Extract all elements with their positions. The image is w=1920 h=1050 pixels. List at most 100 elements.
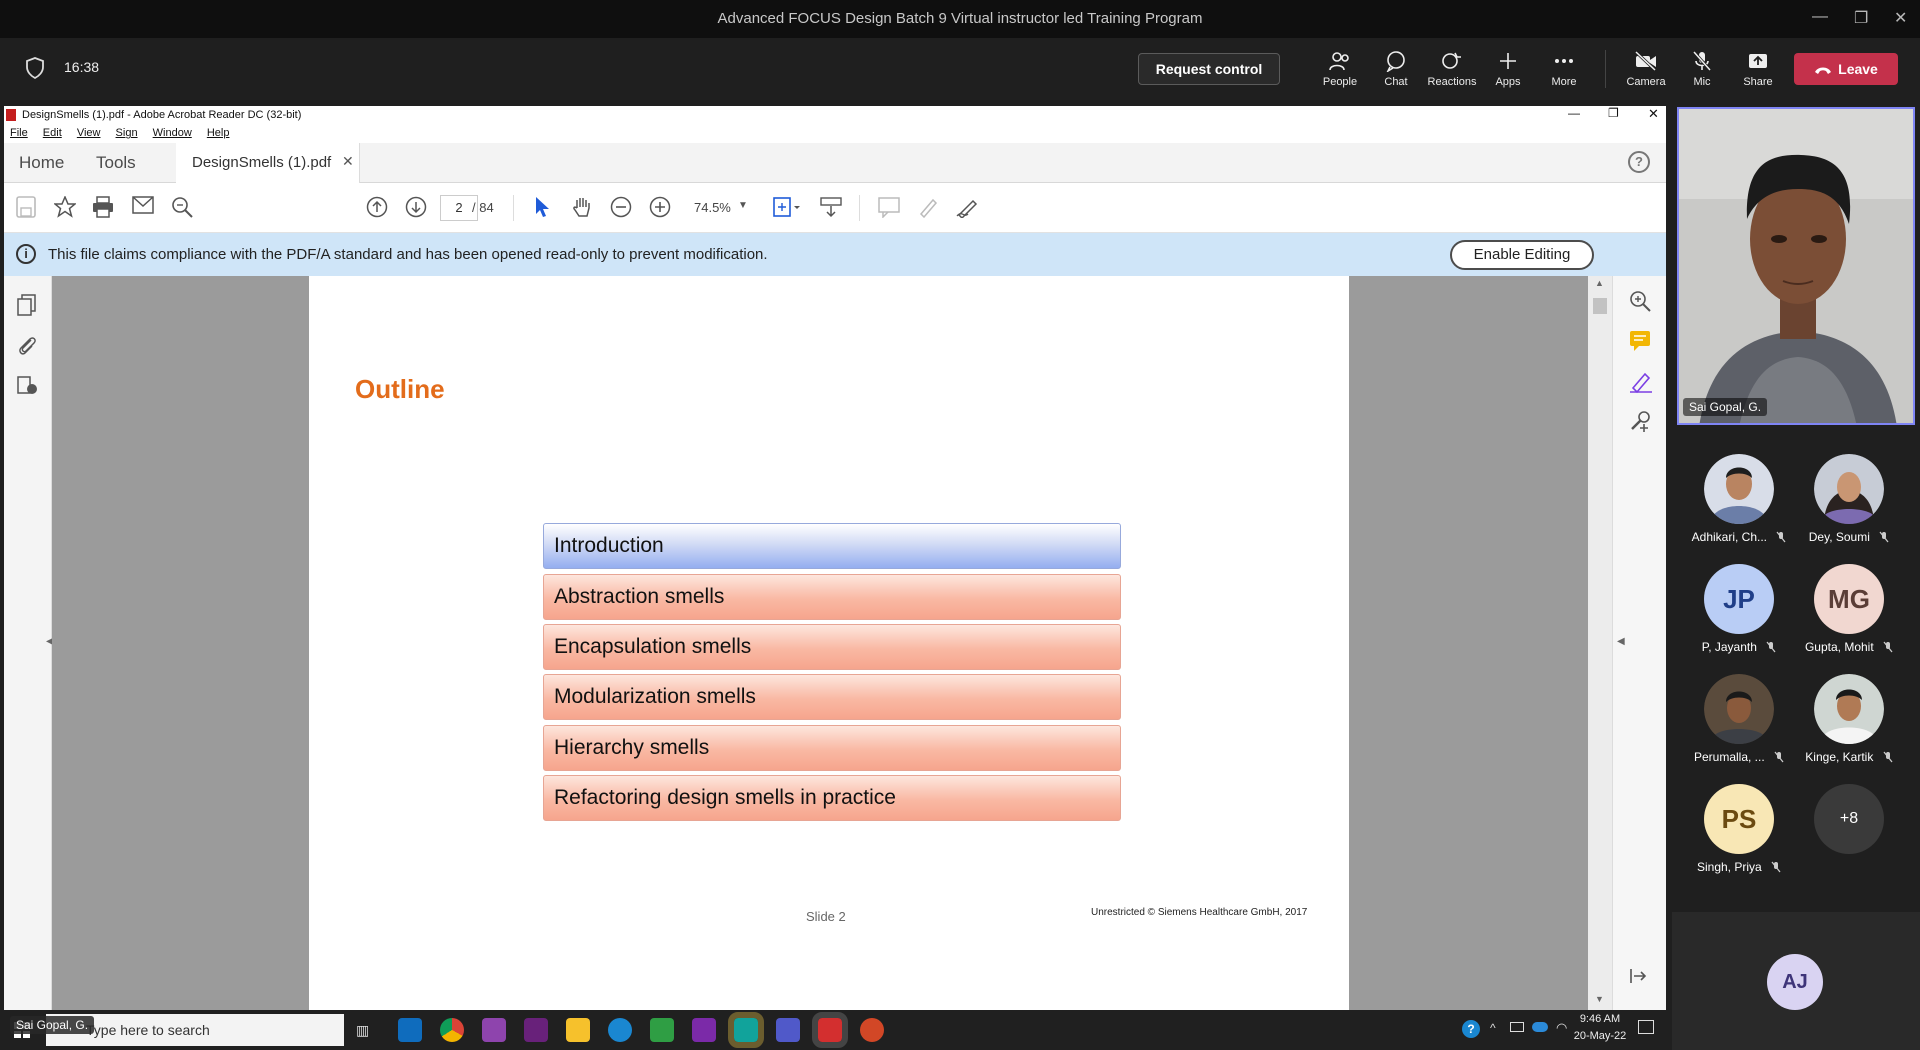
participant-tile[interactable]: Adhikari, Ch...	[1684, 454, 1794, 544]
participant-tile[interactable]: Perumalla, ...	[1684, 674, 1794, 764]
leave-button[interactable]: Leave	[1794, 53, 1898, 85]
outlook-app-icon[interactable]	[398, 1018, 422, 1042]
camera-button[interactable]: Camera	[1620, 50, 1672, 88]
more-button[interactable]: More	[1538, 50, 1590, 88]
email-icon[interactable]	[132, 196, 154, 214]
select-cursor-icon[interactable]	[534, 196, 550, 218]
menu-help[interactable]: Help	[207, 127, 230, 139]
enable-editing-button[interactable]: Enable Editing	[1450, 240, 1594, 270]
reactions-button[interactable]: Reactions	[1426, 50, 1478, 88]
request-control-button[interactable]: Request control	[1138, 53, 1280, 85]
zoom-panel-icon[interactable]	[1629, 290, 1651, 312]
edge-app-icon[interactable]	[608, 1018, 632, 1042]
minimize-icon[interactable]: —	[1812, 8, 1828, 26]
share-button[interactable]: Share	[1732, 50, 1784, 88]
apps-button[interactable]: Apps	[1482, 50, 1534, 88]
collapse-right-panel-icon[interactable]: ◀	[1617, 636, 1625, 647]
hand-tool-icon[interactable]	[571, 196, 593, 218]
page-thumbnails-icon[interactable]	[16, 294, 38, 316]
participant-tile[interactable]: MG Gupta, Mohit	[1794, 564, 1904, 654]
acrobat-close-icon[interactable]: ✕	[1648, 106, 1659, 122]
participant-tile[interactable]: Kinge, Kartik	[1794, 674, 1904, 764]
left-navigation-rail: ◀	[4, 276, 54, 1010]
zoom-level[interactable]: 74.5%	[694, 200, 731, 215]
acrobat-restore-icon[interactable]: ❐	[1608, 106, 1619, 120]
mic-off-icon	[1879, 531, 1889, 543]
scroll-thumb[interactable]	[1593, 298, 1607, 314]
restore-icon[interactable]: ❐	[1854, 8, 1868, 28]
mic-button[interactable]: Mic	[1676, 50, 1728, 88]
bookmark-star-icon[interactable]	[54, 196, 76, 218]
help-icon[interactable]: ?	[1628, 151, 1650, 173]
onenote-app-icon[interactable]	[692, 1018, 716, 1042]
people-button[interactable]: People	[1314, 50, 1366, 88]
participant-tile[interactable]: JP P, Jayanth	[1684, 564, 1794, 654]
chat-button[interactable]: Chat	[1370, 50, 1422, 88]
participant-tile-aj[interactable]: AJ	[1672, 912, 1920, 1050]
tab-document[interactable]: DesignSmells (1).pdf ✕	[176, 143, 360, 183]
help-tray-icon[interactable]: ?	[1462, 1020, 1480, 1038]
comment-icon[interactable]	[878, 196, 900, 218]
presenter-name-tag: Sai Gopal, G.	[1683, 398, 1768, 416]
fill-sign-icon[interactable]	[1629, 370, 1653, 394]
acrobat-app-icon[interactable]	[812, 1012, 848, 1048]
print-icon[interactable]	[92, 196, 114, 218]
battery-icon[interactable]	[1510, 1022, 1524, 1032]
expand-tools-icon[interactable]	[1629, 968, 1647, 984]
tray-chevron-icon[interactable]: ^	[1490, 1021, 1496, 1035]
fit-page-icon[interactable]	[772, 196, 802, 218]
comment-panel-icon[interactable]	[1629, 330, 1651, 352]
tab-home[interactable]: Home	[19, 153, 64, 173]
teams-app-icon[interactable]	[776, 1018, 800, 1042]
more-tools-icon[interactable]	[1629, 410, 1651, 432]
wifi-icon[interactable]: ◠	[1556, 1020, 1567, 1036]
zoom-dropdown-icon[interactable]: ▼	[738, 200, 748, 211]
sign-icon[interactable]	[956, 196, 978, 218]
participant-tile[interactable]: Dey, Soumi	[1794, 454, 1904, 544]
notifications-icon[interactable]	[1638, 1020, 1654, 1034]
scroll-down-icon[interactable]: ▼	[1595, 994, 1604, 1004]
task-view-icon[interactable]: ▥	[356, 1022, 369, 1039]
next-page-icon[interactable]	[405, 196, 427, 218]
shield-icon	[26, 57, 44, 79]
spreadsheet-app-icon[interactable]	[650, 1018, 674, 1042]
onedrive-icon[interactable]	[1532, 1022, 1548, 1032]
participant-avatar: JP	[1704, 564, 1774, 634]
visual-studio-icon[interactable]	[524, 1018, 548, 1042]
scroll-up-icon[interactable]: ▲	[1595, 278, 1604, 288]
taskbar-date[interactable]: 20-May-22	[1570, 1030, 1630, 1042]
chat-icon	[1386, 51, 1405, 72]
active-app-icon[interactable]	[728, 1012, 764, 1048]
chrome-app-icon[interactable]	[440, 1018, 464, 1042]
save-icon[interactable]	[16, 196, 36, 218]
meeting-controls-bar: 16:38 Request control People Chat Reacti…	[0, 38, 1920, 100]
tab-tools[interactable]: Tools	[96, 153, 136, 173]
content-layers-icon[interactable]	[16, 374, 38, 396]
powerpoint-app-icon[interactable]	[860, 1018, 884, 1042]
vertical-scrollbar[interactable]: ▲ ▼	[1588, 276, 1612, 1010]
previous-page-icon[interactable]	[366, 196, 388, 218]
acrobat-minimize-icon[interactable]: —	[1568, 106, 1580, 120]
menu-sign[interactable]: Sign	[116, 127, 138, 139]
zoom-out-icon[interactable]	[610, 196, 632, 218]
menu-edit[interactable]: Edit	[43, 127, 62, 139]
visual-studio-code-icon[interactable]	[482, 1018, 506, 1042]
menu-file[interactable]: File	[10, 127, 28, 139]
search-icon[interactable]	[171, 196, 193, 218]
attachment-icon[interactable]	[16, 334, 38, 356]
highlight-pen-icon[interactable]	[917, 196, 939, 218]
tab-close-icon[interactable]: ✕	[342, 153, 354, 170]
more-participants-button[interactable]: +8	[1794, 784, 1904, 860]
taskbar-time[interactable]: 9:46 AM	[1578, 1013, 1622, 1025]
presenter-video[interactable]	[1677, 107, 1915, 425]
slide-title: Outline	[355, 374, 445, 404]
zoom-in-icon[interactable]	[649, 196, 671, 218]
slide-number: Slide 2	[806, 909, 846, 924]
participant-tile[interactable]: PS Singh, Priya	[1684, 784, 1794, 874]
menu-window[interactable]: Window	[153, 127, 192, 139]
scroll-mode-icon[interactable]	[820, 196, 842, 218]
file-explorer-icon[interactable]	[566, 1018, 590, 1042]
menu-view[interactable]: View	[77, 127, 101, 139]
participant-avatar: PS	[1704, 784, 1774, 854]
close-icon[interactable]: ✕	[1894, 8, 1907, 28]
